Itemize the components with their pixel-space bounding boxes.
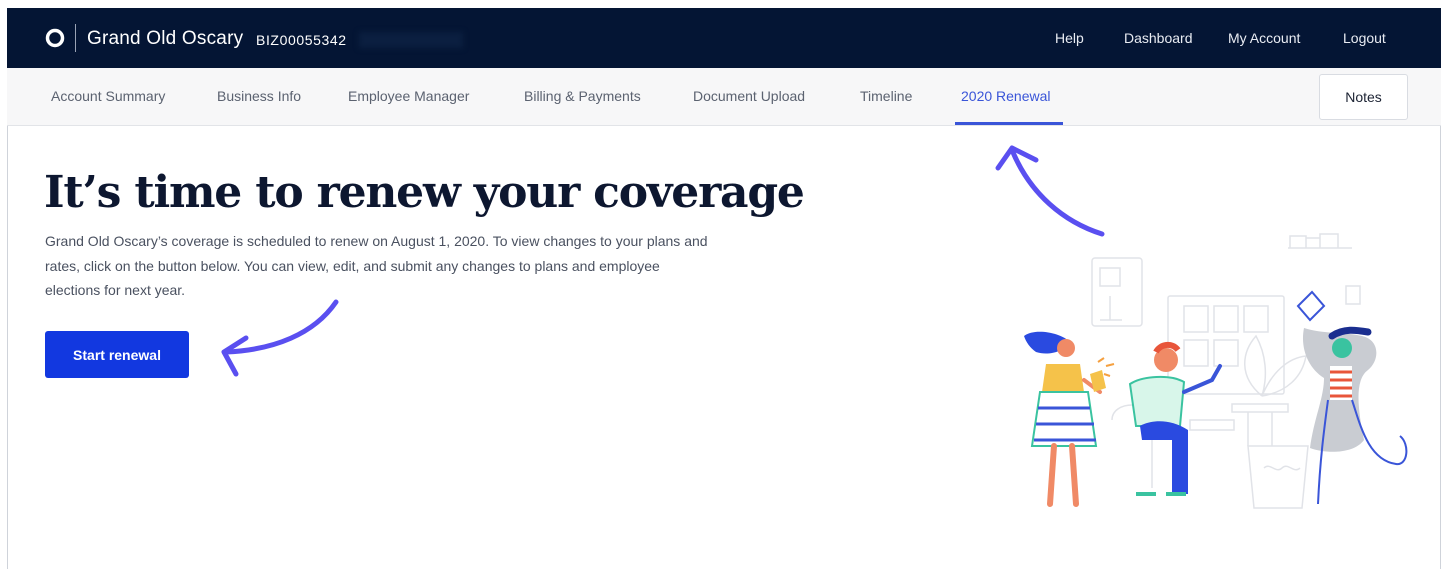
- nav-my-account-link[interactable]: My Account: [1228, 30, 1300, 46]
- renewal-description: Grand Old Oscary’s coverage is scheduled…: [45, 233, 708, 298]
- nav-logout-link[interactable]: Logout: [1343, 30, 1386, 46]
- logo-divider: [75, 24, 76, 52]
- tab-billing-payments[interactable]: Billing & Payments: [524, 88, 641, 104]
- tab-business-info[interactable]: Business Info: [217, 88, 301, 104]
- tab-2020-renewal[interactable]: 2020 Renewal: [961, 88, 1051, 104]
- sub-navigation: Account Summary Business Info Employee M…: [7, 68, 1441, 126]
- active-tab-indicator: [955, 122, 1063, 125]
- tab-document-upload[interactable]: Document Upload: [693, 88, 805, 104]
- company-name: Grand Old Oscary: [87, 28, 244, 49]
- nav-dashboard-link[interactable]: Dashboard: [1124, 30, 1193, 46]
- redacted-text: [359, 32, 463, 48]
- circle-logo-icon[interactable]: [45, 28, 65, 48]
- business-id: BIZ00055342: [256, 32, 347, 48]
- tab-timeline[interactable]: Timeline: [860, 88, 912, 104]
- nav-help-link[interactable]: Help: [1055, 30, 1084, 46]
- tab-account-summary[interactable]: Account Summary: [51, 88, 165, 104]
- top-bar: Grand Old Oscary BIZ00055342 Help Dashbo…: [7, 8, 1441, 68]
- tab-employee-manager[interactable]: Employee Manager: [348, 88, 469, 104]
- start-renewal-button[interactable]: Start renewal: [45, 331, 189, 378]
- notes-button[interactable]: Notes: [1319, 74, 1408, 120]
- page-title: It’s time to renew your coverage: [44, 167, 805, 218]
